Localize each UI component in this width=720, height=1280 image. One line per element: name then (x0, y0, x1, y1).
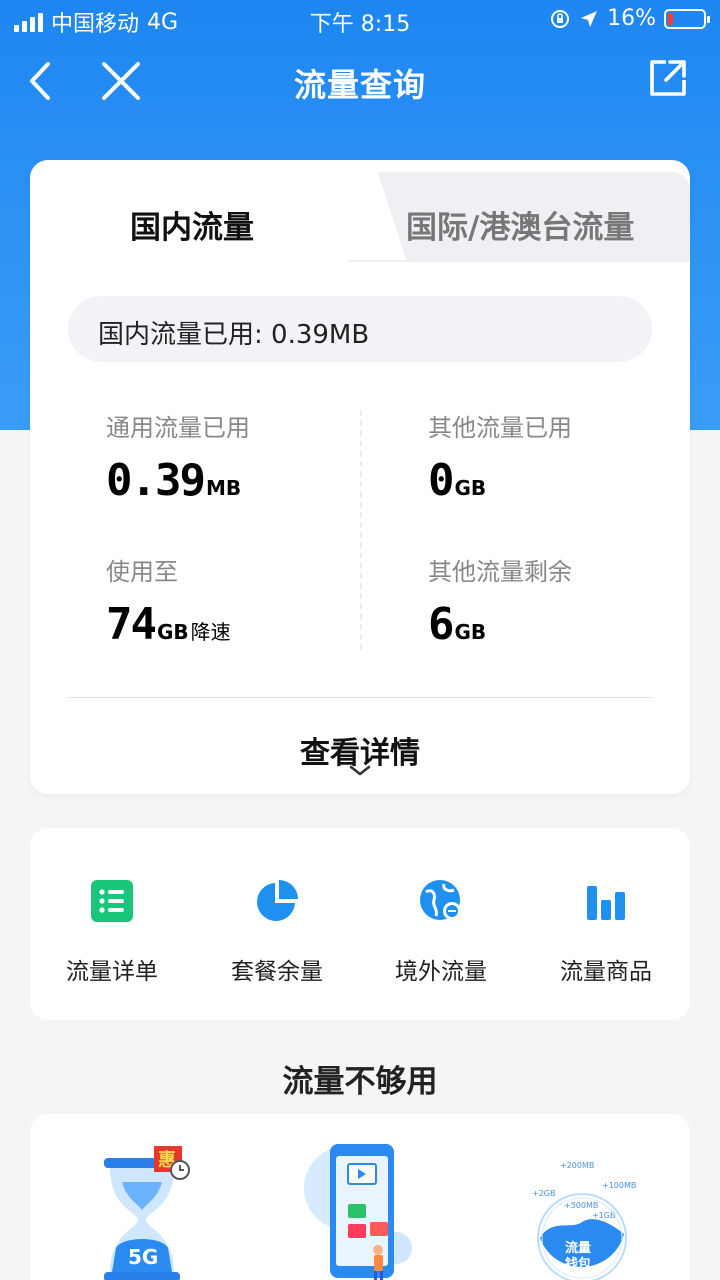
quick-action-label: 套餐余量 (231, 959, 323, 985)
stat-label: 其他流量已用 (428, 414, 572, 442)
usage-summary-text: 国内流量已用: 0.39MB (98, 320, 370, 350)
stat-general-used: 通用流量已用 0.39 MB (106, 408, 250, 506)
quick-action-label: 流量详单 (66, 959, 158, 985)
promo-item-speed-pack[interactable]: 5G 惠 (82, 1138, 212, 1280)
data-wallet-icon: +200MB +100MB +2GB +500MB +1GB 流量 钱包 (532, 1161, 636, 1280)
stat-label: 使用至 (106, 558, 178, 586)
usage-summary-pill: 国内流量已用: 0.39MB (68, 296, 652, 362)
stat-value: 6 (428, 599, 454, 650)
quick-actions-card: 流量详单 套餐余量 境外流量 流量商品 (30, 828, 690, 1020)
status-bar: 中国移动 4G 下午 8:15 16% (0, 0, 720, 40)
stat-label: 其他流量剩余 (428, 558, 572, 586)
list-icon (91, 880, 133, 922)
quick-action-plan-balance[interactable]: 套餐余量 (197, 878, 357, 986)
quick-action-label: 境外流量 (395, 959, 487, 985)
usage-card: 国际/港澳台流量 国内流量 国内流量已用: 0.39MB 通用流量已用 0.39… (30, 160, 690, 794)
battery-percent: 16% (607, 6, 656, 31)
stat-suffix: 降速 (190, 620, 231, 644)
wallet-bubble-label: +2GB (532, 1189, 555, 1198)
battery-icon (664, 8, 710, 29)
stat-unit: GB (454, 620, 487, 644)
page-title: 流量查询 (293, 66, 426, 104)
stat-value: 74 (106, 599, 157, 650)
share-icon (650, 60, 686, 96)
stat-value: 0.39 (106, 455, 206, 506)
hourglass-5g-icon: 5G 惠 (104, 1146, 190, 1280)
stat-value: 0 (428, 455, 454, 506)
stat-unit: GB (156, 620, 189, 644)
pie-chart-icon (257, 880, 298, 921)
promo-item-data-wallet[interactable]: +200MB +100MB +2GB +500MB +1GB 流量 钱包 (522, 1138, 642, 1280)
wallet-bubble-label: +100MB (602, 1181, 636, 1190)
stats-divider (360, 410, 362, 650)
nav-bar: 流量查询 (0, 40, 720, 124)
wallet-bubble-label: +500MB (564, 1201, 598, 1210)
orientation-lock-icon (551, 9, 570, 28)
tab-international-label[interactable]: 国际/港澳台流量 (406, 202, 634, 247)
location-icon (581, 10, 598, 27)
globe-icon (420, 880, 461, 920)
promo-card: 5G 惠 +200MB +100MB +2GB +500MB +1GB 流量 钱… (30, 1114, 690, 1280)
wallet-bubble-label: +1GB (592, 1211, 615, 1220)
quick-action-data-details[interactable]: 流量详单 (32, 878, 192, 986)
stat-unit: MB (205, 476, 242, 500)
divider (68, 697, 652, 698)
chevron-down-icon[interactable] (348, 764, 372, 778)
quick-action-label: 流量商品 (560, 959, 652, 985)
stat-other-remaining: 其他流量剩余 6 GB (428, 552, 572, 650)
tab-domestic-label[interactable]: 国内流量 (130, 202, 254, 247)
quick-action-roaming-data[interactable]: 境外流量 (361, 878, 521, 986)
stat-label: 通用流量已用 (106, 414, 250, 442)
stat-unit: GB (454, 476, 487, 500)
stat-other-used: 其他流量已用 0 GB (428, 408, 572, 506)
section-title-not-enough-data: 流量不够用 (282, 1064, 438, 1100)
quick-action-data-products[interactable]: 流量商品 (526, 878, 686, 986)
phone-apps-icon (304, 1144, 412, 1280)
wallet-bubble-label: +200MB (560, 1161, 594, 1170)
promo-item-app-pack[interactable] (296, 1138, 436, 1280)
share-button[interactable] (646, 56, 696, 106)
svg-text:5G: 5G (128, 1245, 158, 1269)
stat-speed-limit: 使用至 74 GB 降速 (106, 552, 231, 650)
bar-chart-icon (587, 886, 625, 920)
